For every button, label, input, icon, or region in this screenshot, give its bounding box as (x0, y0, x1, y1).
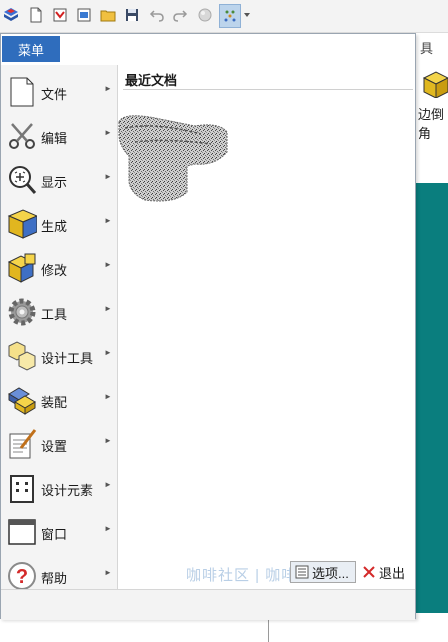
save-icon[interactable] (123, 6, 141, 24)
design-element-icon (7, 472, 37, 504)
open-icon[interactable] (75, 6, 93, 24)
menu-item-design-tools[interactable]: 设计工具 ► (1, 335, 117, 377)
help-icon: ? (7, 560, 37, 592)
submenu-arrow-icon: ► (104, 568, 112, 577)
submenu-arrow-icon: ► (104, 480, 112, 489)
submenu-arrow-icon: ► (104, 348, 112, 357)
render-icon[interactable] (196, 6, 214, 24)
gear-icon (7, 296, 37, 328)
submenu-arrow-icon: ► (104, 304, 112, 313)
new-icon[interactable] (27, 6, 45, 24)
magnify-icon (7, 164, 37, 196)
submenu-arrow-icon: ► (104, 392, 112, 401)
application-menu: 菜单 文件 ► 编辑 ► 显示 ► 生成 ► 修改 ► 工具 ► 设计工具 ► … (0, 33, 416, 620)
menu-item-file[interactable]: 文件 ► (1, 71, 117, 113)
status-strip (0, 620, 448, 642)
design-tools-icon (7, 340, 37, 372)
menu-item-label: 窗口 (41, 527, 68, 542)
exit-button-label: 退出 (379, 565, 406, 581)
customize-dropdown-icon[interactable] (242, 6, 252, 24)
menu-item-label: 修改 (41, 263, 68, 278)
menu-item-label: 编辑 (41, 131, 68, 146)
menu-item-tools[interactable]: 工具 ► (1, 291, 117, 333)
redo-icon[interactable] (171, 6, 189, 24)
app-logo-icon[interactable] (2, 6, 20, 24)
undo-icon[interactable] (148, 6, 166, 24)
menu-footer (1, 589, 415, 620)
menu-item-label: 帮助 (41, 571, 68, 586)
recent-document-thumbnail[interactable] (115, 82, 231, 206)
menu-item-window[interactable]: 窗口 ► (1, 511, 117, 553)
menu-item-label: 设计元素 (41, 483, 94, 498)
menu-item-modify[interactable]: 修改 ► (1, 247, 117, 289)
quick-access-toolbar (0, 0, 448, 33)
submenu-arrow-icon: ► (104, 172, 112, 181)
menu-item-assembly[interactable]: 装配 ► (1, 379, 117, 421)
submenu-arrow-icon: ► (104, 436, 112, 445)
menu-item-label: 装配 (41, 395, 68, 410)
submenu-arrow-icon: ► (104, 524, 112, 533)
menu-item-display[interactable]: 显示 ► (1, 159, 117, 201)
submenu-arrow-icon: ► (104, 128, 112, 137)
menu-item-design-element[interactable]: 设计元素 ► (1, 467, 117, 509)
menu-item-settings[interactable]: 设置 ► (1, 423, 117, 465)
chamfer-label[interactable]: 边倒角 (418, 104, 448, 142)
cube-modify-icon (7, 252, 37, 284)
close-icon (363, 566, 375, 578)
assembly-icon (7, 384, 37, 416)
submenu-arrow-icon: ► (104, 84, 112, 93)
status-divider (268, 620, 269, 642)
folder-icon[interactable] (99, 6, 117, 24)
ribbon-tab-fragment[interactable]: 具 (420, 38, 433, 57)
menu-item-label: 文件 (41, 87, 68, 102)
submenu-arrow-icon: ► (104, 216, 112, 225)
settings-document-icon (7, 428, 37, 460)
window-icon (7, 516, 37, 548)
menu-item-edit[interactable]: 编辑 ► (1, 115, 117, 157)
cube-generate-icon (7, 208, 39, 240)
scissors-icon (7, 120, 37, 152)
menu-item-label: 生成 (41, 219, 68, 234)
file-icon (7, 76, 37, 108)
menu-item-label: 工具 (41, 307, 68, 322)
menu-item-generate[interactable]: 生成 ► (1, 203, 117, 245)
submenu-arrow-icon: ► (104, 260, 112, 269)
menu-item-label: 设计工具 (41, 351, 94, 366)
options-button-label: 选项... (312, 565, 349, 581)
svg-text:?: ? (16, 566, 28, 588)
chamfer-icon[interactable] (420, 68, 448, 99)
menu-category-list: 文件 ► 编辑 ► 显示 ► 生成 ► 修改 ► 工具 ► 设计工具 ► 装配 … (1, 65, 118, 592)
menu-tab[interactable]: 菜单 (2, 36, 60, 62)
exit-button[interactable]: 退出 (360, 561, 412, 583)
options-list-icon (295, 565, 309, 579)
menu-item-label: 显示 (41, 175, 68, 190)
menu-item-label: 设置 (41, 439, 68, 454)
new-from-template-icon[interactable] (51, 6, 69, 24)
options-button[interactable]: 选项... (290, 561, 356, 583)
active-tool-icon[interactable] (219, 4, 241, 28)
